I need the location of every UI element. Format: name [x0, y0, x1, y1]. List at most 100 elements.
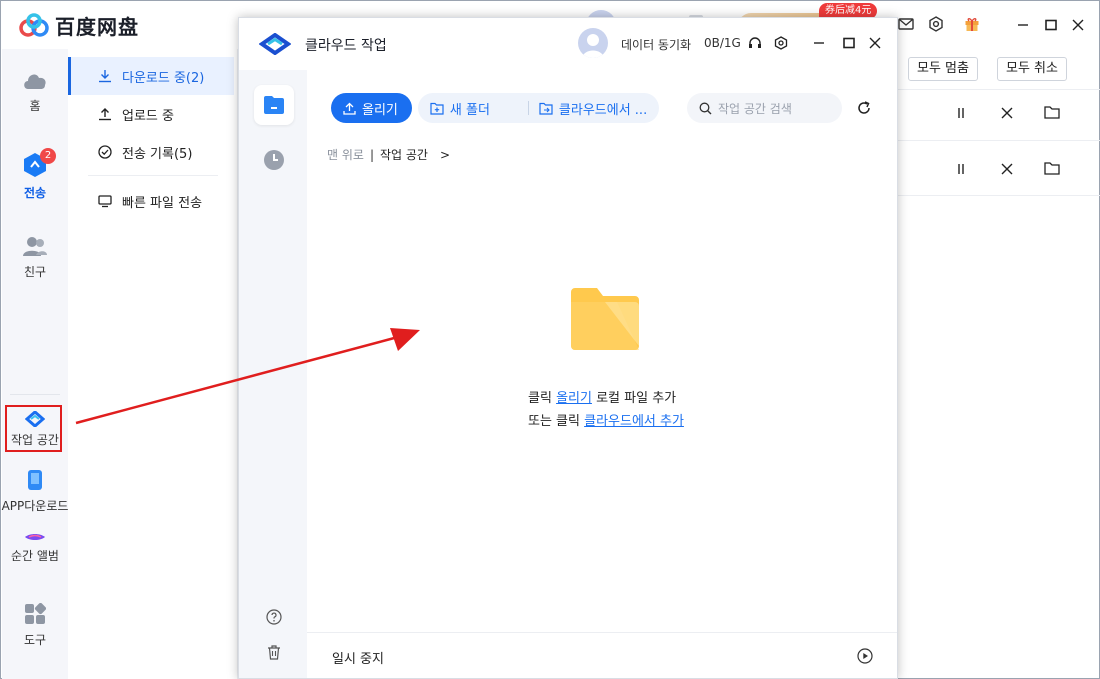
- rail-item-moment-album[interactable]: 순간 앨범: [2, 533, 68, 564]
- phone-icon: [28, 470, 42, 490]
- app-logo: 百度网盘: [19, 11, 139, 40]
- rail-divider: [10, 394, 60, 395]
- upload-button[interactable]: 올리기: [331, 93, 412, 123]
- cloud-icon: [24, 74, 46, 89]
- mail-icon[interactable]: [897, 15, 915, 33]
- album-icon: [25, 534, 45, 540]
- subnav-label-quick-transfer: 빠른 파일 전송: [122, 195, 203, 211]
- new-folder-button[interactable]: 새 폴더: [430, 99, 490, 118]
- add-from-cloud-button[interactable]: 클라우드에서 ...: [539, 99, 647, 118]
- new-folder-label: 새 폴더: [449, 102, 490, 118]
- data-sync-label: 데이터 동기화: [621, 38, 692, 52]
- toolbar-separator: [527, 101, 529, 115]
- tool-group: 새 폴더 클라우드에서 ...: [417, 93, 660, 123]
- subnav-label-history: 전송 기록(5): [122, 146, 193, 162]
- dialog-avatar[interactable]: [578, 28, 608, 58]
- row-divider: [898, 89, 1100, 90]
- empty-hint-upload: 클릭 올리기 로컬 파일 추가: [528, 387, 676, 406]
- dialog-header: 클라우드 작업 데이터 동기화 0B/1G: [239, 18, 897, 70]
- rail-item-friends[interactable]: 친구: [2, 235, 68, 280]
- empty-upload-link[interactable]: 올리기: [556, 391, 592, 406]
- cloud-logo-icon: [19, 12, 49, 37]
- subnav-item-uploading[interactable]: 업로드 중: [68, 95, 234, 133]
- settings-icon[interactable]: [773, 35, 789, 51]
- trash-icon[interactable]: [266, 644, 282, 660]
- refresh-icon[interactable]: [856, 100, 872, 116]
- breadcrumb-root[interactable]: 맨 위로: [327, 146, 364, 163]
- empty-folder-icon: [571, 288, 639, 350]
- left-rail: 홈 2 전송 친구 작업 공간 APP다운로드 순간 앨범 도구: [2, 49, 68, 679]
- upload-icon: [343, 102, 356, 115]
- cancel-icon[interactable]: [999, 161, 1015, 177]
- search-placeholder: 작업 공간 검색: [718, 101, 792, 116]
- dialog-title: 클라우드 작업: [305, 38, 387, 54]
- new-folder-icon: [430, 102, 444, 115]
- empty-hint-text: 로컬 파일 추가: [591, 391, 677, 406]
- rail-item-transfer[interactable]: 2 전송: [2, 148, 68, 201]
- rail-label-moment-album: 순간 앨범: [11, 549, 59, 563]
- clock-icon: [264, 150, 284, 170]
- folder-icon[interactable]: [1044, 104, 1060, 120]
- empty-hint-text: 또는 클릭: [528, 414, 585, 429]
- download-icon: [99, 70, 111, 83]
- rail-item-home[interactable]: 홈: [2, 69, 68, 114]
- search-icon: [699, 102, 712, 114]
- close-button[interactable]: [1066, 13, 1090, 37]
- pause-icon[interactable]: [953, 105, 969, 121]
- friends-icon: [23, 237, 47, 256]
- rail-label-transfer: 전송: [23, 186, 47, 200]
- rail-label-friends: 친구: [23, 265, 47, 279]
- check-circle-icon: [98, 145, 112, 159]
- transfer-subnav: 다운로드 중(2) 업로드 중 전송 기록(5) 빠른 파일 전송: [68, 49, 238, 679]
- rail-label-tools: 도구: [23, 633, 47, 647]
- workspace-logo-icon: [259, 33, 291, 55]
- dialog-minimize-button[interactable]: [811, 35, 827, 51]
- breadcrumb-separator: |: [369, 147, 374, 162]
- maximize-button[interactable]: [1039, 13, 1063, 37]
- subnav-item-quick-transfer[interactable]: 빠른 파일 전송: [68, 182, 234, 220]
- dialog-close-button[interactable]: [867, 35, 883, 51]
- pause-all-button[interactable]: 모두 멈춤: [908, 57, 978, 81]
- subnav-divider: [88, 175, 218, 176]
- breadcrumb: 맨 위로 | 작업 공간 >: [327, 146, 450, 163]
- cloud-folder-icon: [539, 102, 553, 115]
- minimize-button[interactable]: [1011, 13, 1035, 37]
- workspace-toolbar: 올리기 새 폴더 클라우드에서 ...: [331, 93, 660, 123]
- dialog-maximize-button[interactable]: [841, 35, 857, 51]
- dialog-footer: 일시 중지: [307, 632, 897, 678]
- breadcrumb-current: 작업 공간: [379, 148, 428, 162]
- tab-recent[interactable]: [254, 140, 294, 180]
- pause-icon[interactable]: [953, 161, 969, 177]
- monitor-icon: [98, 195, 112, 208]
- subnav-item-downloading[interactable]: 다운로드 중(2): [68, 57, 234, 95]
- annotation-highlight-box: [5, 405, 62, 452]
- headset-icon[interactable]: [747, 35, 763, 51]
- rail-label-home: 홈: [29, 99, 41, 113]
- empty-hint-cloud: 또는 클릭 클라우드에서 추가: [528, 410, 684, 429]
- subnav-label-downloading: 다운로드 중(2): [122, 70, 205, 86]
- subnav-item-history[interactable]: 전송 기록(5): [68, 133, 234, 171]
- pause-status-label: 일시 중지: [332, 652, 384, 667]
- dialog-rail: [239, 70, 307, 678]
- settings-icon[interactable]: [927, 15, 945, 33]
- empty-add-from-cloud-link[interactable]: 클라우드에서 추가: [584, 414, 684, 429]
- row-divider: [898, 140, 1100, 141]
- tab-files[interactable]: [254, 85, 294, 125]
- transfer-badge: 2: [40, 148, 56, 164]
- quota-label: 0B/1G: [704, 36, 741, 50]
- help-icon[interactable]: [266, 609, 282, 625]
- rail-item-app-download[interactable]: APP다운로드: [2, 469, 68, 514]
- cloud-workspace-dialog: 클라우드 작업 데이터 동기화 0B/1G 올리기 새 폴더 클라우드에서 ..…: [238, 17, 898, 679]
- upload-button-label: 올리기: [362, 102, 398, 118]
- folder-icon[interactable]: [1044, 160, 1060, 176]
- add-from-cloud-label: 클라우드에서 ...: [558, 102, 648, 118]
- play-icon[interactable]: [857, 648, 873, 664]
- workspace-search-input[interactable]: 작업 공간 검색: [687, 93, 842, 123]
- gift-icon[interactable]: [963, 15, 981, 33]
- file-folder-icon: [264, 96, 284, 114]
- tools-icon: [25, 603, 46, 624]
- rail-item-tools[interactable]: 도구: [2, 603, 68, 648]
- cancel-all-button[interactable]: 모두 취소: [997, 57, 1067, 81]
- subnav-label-uploading: 업로드 중: [122, 108, 174, 124]
- cancel-icon[interactable]: [999, 105, 1015, 121]
